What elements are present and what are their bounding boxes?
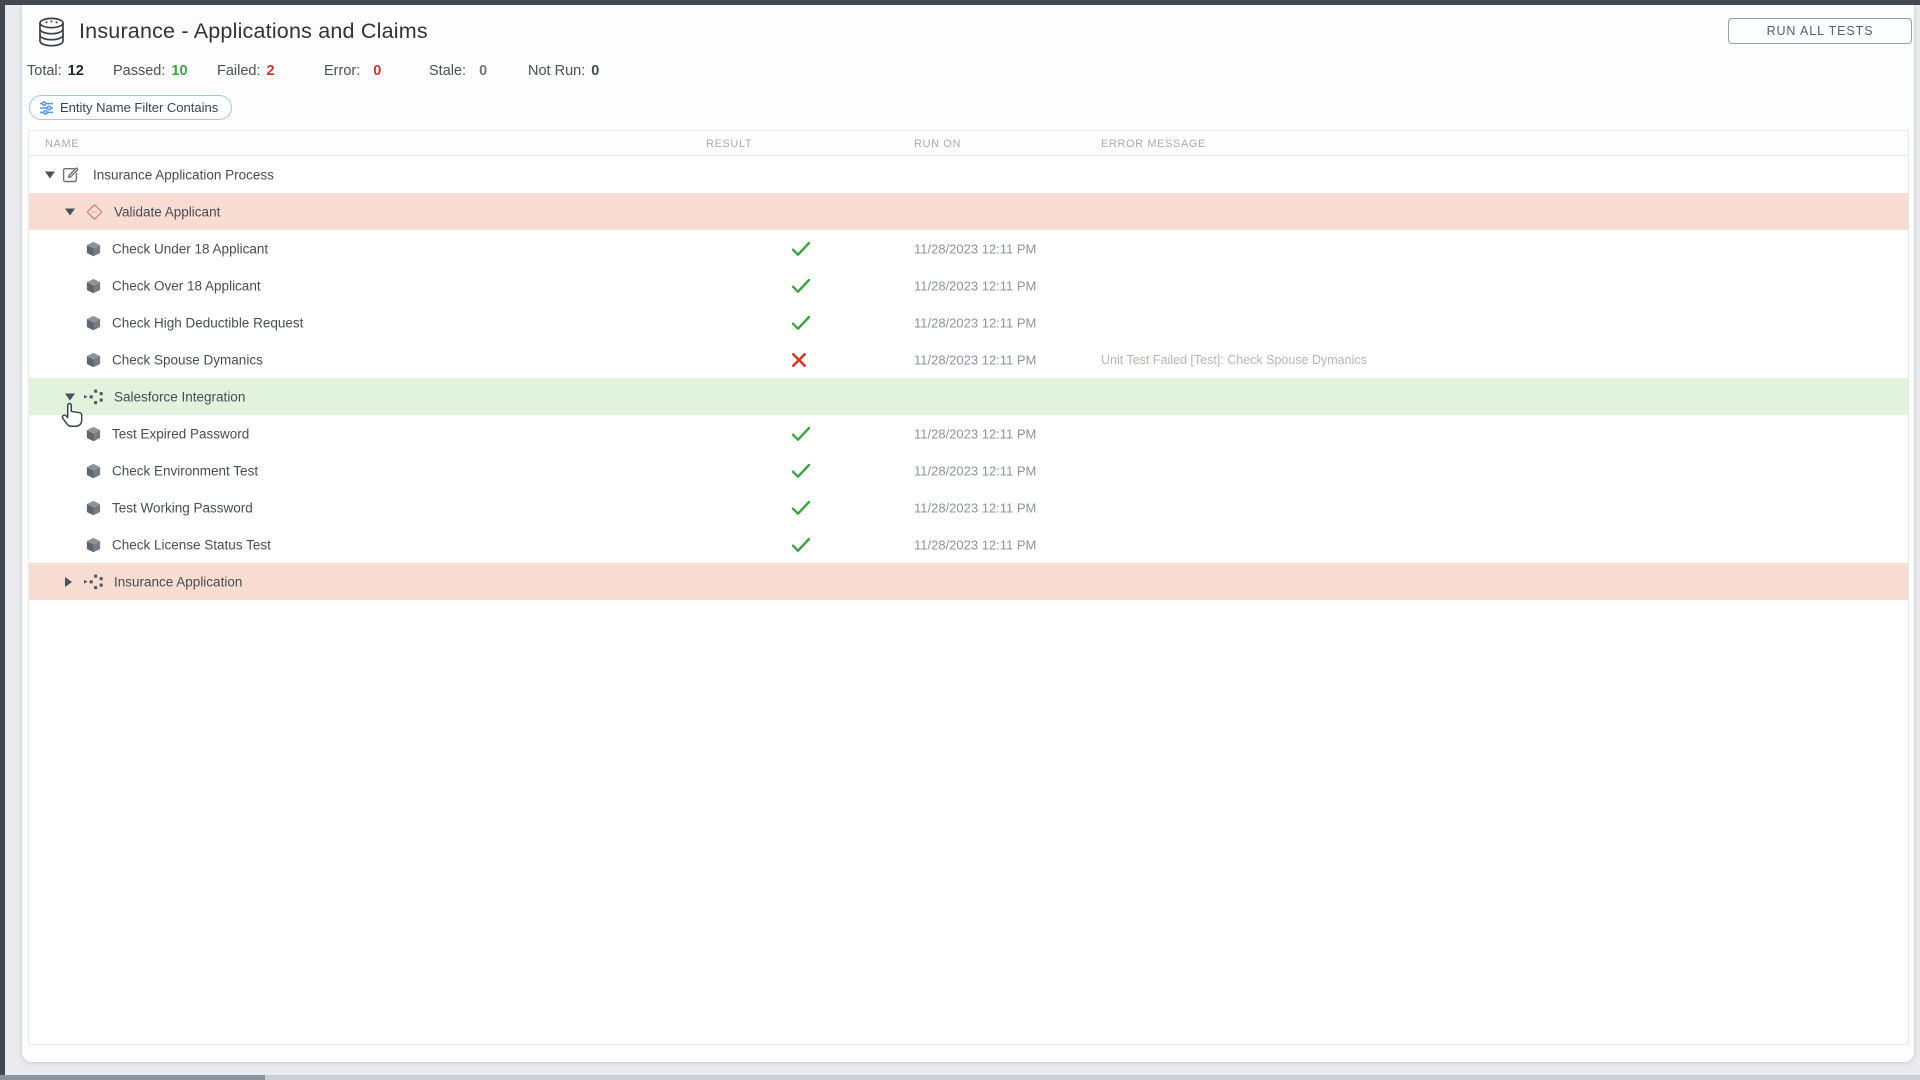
row-label[interactable]: Check Spouse Dymanics [112, 352, 263, 367]
stat-value: 0 [479, 63, 487, 79]
expander-icon[interactable] [65, 393, 75, 400]
cube-icon [86, 315, 101, 331]
window-bottom-edge [0, 1075, 1920, 1080]
run-on-text: 11/28/2023 12:11 PM [914, 500, 1036, 515]
filter-icon [39, 101, 54, 115]
fail-x-icon [791, 352, 807, 368]
stat-value: 10 [171, 63, 187, 79]
stat-not-run: Not Run: 0 [528, 63, 599, 79]
table-row[interactable]: Test Working Password 11/28/2023 12:11 P… [29, 489, 1908, 526]
column-header-name: NAME [45, 138, 79, 150]
window-left-edge [0, 0, 5, 1080]
run-on-text: 11/28/2023 12:11 PM [914, 426, 1036, 441]
pass-check-icon [791, 241, 811, 257]
cube-icon [86, 426, 101, 442]
column-header-result: RESULT [706, 138, 752, 150]
column-header-run-on: RUN ON [914, 138, 961, 150]
process-icon [84, 574, 105, 590]
stat-passed: Passed: 10 [113, 63, 188, 79]
pass-check-icon [791, 426, 811, 442]
run-all-tests-button[interactable]: RUN ALL TESTS [1728, 18, 1912, 44]
table-row[interactable]: Test Expired Password 11/28/2023 12:11 P… [29, 415, 1908, 452]
page-title: Insurance - Applications and Claims [79, 19, 428, 44]
tests-table: NAME RESULT RUN ON ERROR MESSAGE Insuran… [28, 130, 1909, 1045]
cube-icon [86, 500, 101, 516]
column-header-error-message: ERROR MESSAGE [1101, 138, 1206, 150]
row-label[interactable]: Insurance Application Process [93, 167, 274, 182]
stat-value: 12 [68, 63, 84, 79]
entity-name-filter-chip[interactable]: Entity Name Filter Contains [29, 95, 232, 120]
pass-check-icon [791, 537, 811, 553]
table-row[interactable]: Check Over 18 Applicant 11/28/2023 12:11… [29, 267, 1908, 304]
stat-label: Failed: [217, 63, 261, 79]
row-label[interactable]: Test Working Password [112, 500, 253, 515]
table-row[interactable]: Check Environment Test 11/28/2023 12:11 … [29, 452, 1908, 489]
stat-total: Total: 12 [27, 63, 84, 79]
run-on-text: 11/28/2023 12:11 PM [914, 463, 1036, 478]
table-row[interactable]: Insurance Application [29, 563, 1908, 600]
row-label[interactable]: Check High Deductible Request [112, 315, 303, 330]
expander-icon[interactable] [65, 577, 72, 587]
process-icon [84, 389, 105, 405]
row-label[interactable]: Salesforce Integration [114, 389, 245, 404]
table-body: Insurance Application Process Validate A… [29, 156, 1908, 600]
stat-value: 2 [267, 63, 275, 79]
stat-stale: Stale: 0 [429, 63, 487, 79]
stat-error: Error: 0 [324, 63, 381, 79]
pass-check-icon [791, 278, 811, 294]
stat-value: 0 [373, 63, 381, 79]
table-header-row: NAME RESULT RUN ON ERROR MESSAGE [29, 131, 1908, 156]
stat-label: Not Run: [528, 63, 585, 79]
window-bottom-edge-segment [0, 1075, 265, 1080]
stat-label: Error: [324, 63, 360, 79]
window-top-edge [0, 0, 1920, 5]
row-label[interactable]: Check Under 18 Applicant [112, 241, 268, 256]
row-label[interactable]: Check License Status Test [112, 537, 271, 552]
filter-chip-label: Entity Name Filter Contains [60, 100, 218, 115]
run-on-text: 11/28/2023 12:11 PM [914, 241, 1036, 256]
stat-value: 0 [591, 63, 599, 79]
error-message-text: Unit Test Failed [Test]: Check Spouse Dy… [1101, 353, 1367, 367]
pass-check-icon [791, 315, 811, 331]
run-on-text: 11/28/2023 12:11 PM [914, 315, 1036, 330]
row-label[interactable]: Insurance Application [114, 574, 242, 589]
cube-icon [86, 537, 101, 553]
decision-icon [84, 201, 105, 222]
stat-label: Stale: [429, 63, 466, 79]
row-label[interactable]: Test Expired Password [112, 426, 249, 441]
pass-check-icon [791, 463, 811, 479]
table-row[interactable]: Validate Applicant [29, 193, 1908, 230]
run-on-text: 11/28/2023 12:11 PM [914, 537, 1036, 552]
expander-icon[interactable] [65, 208, 75, 215]
table-row[interactable]: Check Spouse Dymanics 11/28/2023 12:11 P… [29, 341, 1908, 378]
table-row[interactable]: Check Under 18 Applicant 11/28/2023 12:1… [29, 230, 1908, 267]
table-row[interactable]: Insurance Application Process [29, 156, 1908, 193]
run-on-text: 11/28/2023 12:11 PM [914, 278, 1036, 293]
cube-icon [86, 241, 101, 257]
expander-icon[interactable] [45, 171, 55, 178]
cube-icon [86, 463, 101, 479]
row-label[interactable]: Validate Applicant [114, 204, 220, 219]
row-label[interactable]: Check Over 18 Applicant [112, 278, 261, 293]
stat-failed: Failed: 2 [217, 63, 275, 79]
database-icon [33, 15, 70, 51]
table-row[interactable]: Check High Deductible Request 11/28/2023… [29, 304, 1908, 341]
row-label[interactable]: Check Environment Test [112, 463, 258, 478]
run-on-text: 11/28/2023 12:11 PM [914, 352, 1036, 367]
cube-icon [86, 352, 101, 368]
table-row[interactable]: Check License Status Test 11/28/2023 12:… [29, 526, 1908, 563]
edit-icon [62, 166, 79, 183]
stat-label: Total: [27, 63, 62, 79]
pass-check-icon [791, 500, 811, 516]
stat-label: Passed: [113, 63, 165, 79]
cube-icon [86, 278, 101, 294]
table-row[interactable]: Salesforce Integration [29, 378, 1908, 415]
